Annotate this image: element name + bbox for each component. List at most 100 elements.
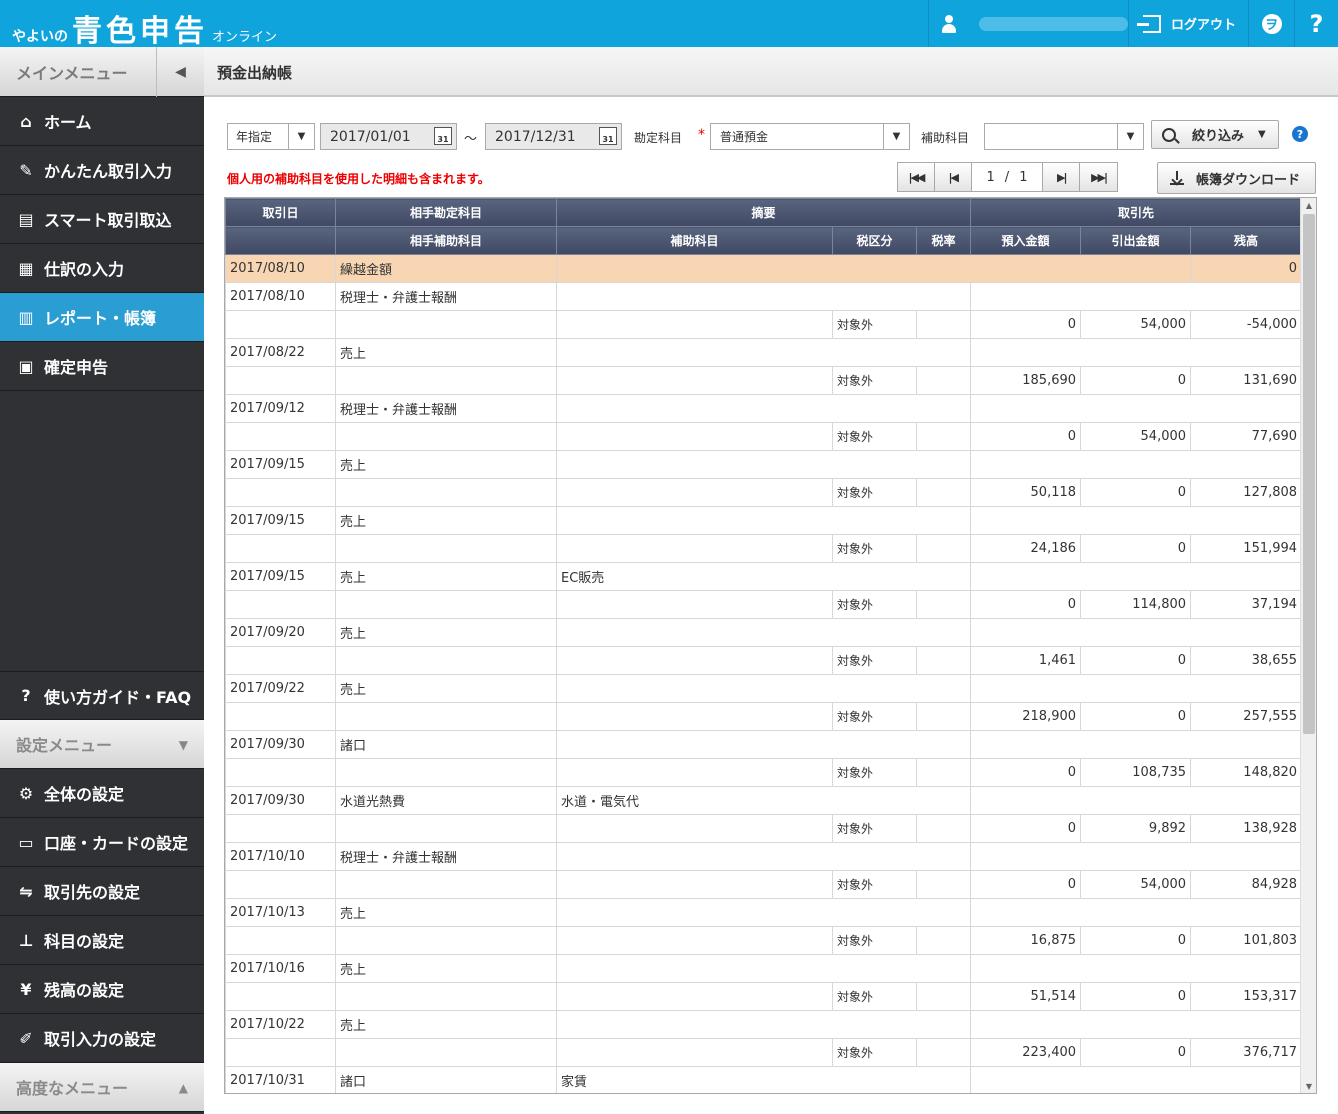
date-from-field[interactable]: 2017/01/01 31 <box>320 123 457 150</box>
sidebar-item-journal[interactable]: ▦ 仕訳の入力 <box>0 244 204 293</box>
header-balance[interactable]: 残高 <box>1190 226 1303 255</box>
sidebar-item-general-settings[interactable]: ⚙ 全体の設定 <box>0 769 204 818</box>
table-scrollbar[interactable]: ▲ ▼ <box>1300 198 1316 1093</box>
transaction-row[interactable]: 2017/08/10 税理士・弁護士報酬 <box>225 282 1303 311</box>
sidebar-item-balance-settings[interactable]: ¥ 残高の設定 <box>0 965 204 1014</box>
header-tax-category[interactable]: 税区分 <box>832 226 917 255</box>
sidebar-item-tax-return[interactable]: ▣ 確定申告 <box>0 342 204 391</box>
txn-tax-category: 対象外 <box>832 758 917 787</box>
sidebar-item-account-card-settings[interactable]: ▭ 口座・カードの設定 <box>0 818 204 867</box>
transaction-row[interactable]: 2017/10/13 売上 <box>225 898 1303 927</box>
txn-withdrawal: 9,892 <box>1080 814 1192 843</box>
transaction-detail-row[interactable]: 対象外 50,118 0 127,808 <box>225 478 1303 507</box>
date-to-field[interactable]: 2017/12/31 31 <box>485 123 622 150</box>
sidebar-item-home[interactable]: ⌂ ホーム <box>0 97 204 146</box>
date-to-value: 2017/12/31 <box>495 128 576 145</box>
filter-button[interactable]: 絞り込み ▼ <box>1151 120 1279 149</box>
header-tax-rate[interactable]: 税率 <box>915 226 972 255</box>
header-counter-account[interactable]: 相手勘定科目 <box>335 198 557 227</box>
scrollbar-thumb[interactable] <box>1303 214 1315 734</box>
transaction-detail-row[interactable]: 対象外 0 9,892 138,928 <box>225 814 1303 843</box>
calendar-icon[interactable]: 31 <box>434 127 452 145</box>
calendar-day: 31 <box>602 135 614 144</box>
sidebar-item-smart-import[interactable]: ▤ スマート取引取込 <box>0 195 204 244</box>
sidebar-item-easy-entry[interactable]: ✎ かんたん取引入力 <box>0 146 204 195</box>
transaction-row[interactable]: 2017/09/30 水道光熱費 水道・電気代 <box>225 786 1303 815</box>
carry-label: 繰越金額 <box>335 254 557 283</box>
first-page-button[interactable]: |◀◀ <box>898 163 935 191</box>
transaction-detail-row[interactable]: 対象外 223,400 0 376,717 <box>225 1038 1303 1067</box>
transaction-detail-row[interactable]: 対象外 0 54,000 77,690 <box>225 422 1303 451</box>
header-memo[interactable]: 摘要 <box>555 198 972 227</box>
settings-menu-header[interactable]: 設定メニュー ▼ <box>0 720 204 769</box>
sidebar-item-reports[interactable]: ▥ レポート・帳簿 <box>0 293 204 342</box>
app-logo[interactable]: やよいの 青色申告 オンライン <box>12 6 277 49</box>
header-sub-account[interactable]: 補助科目 <box>556 226 833 255</box>
prev-page-button[interactable]: |◀ <box>935 163 972 191</box>
txn-memo <box>555 674 972 703</box>
scroll-down-icon[interactable]: ▼ <box>1301 1079 1316 1093</box>
sidebar-item-guide[interactable]: ? 使い方ガイド・FAQ <box>0 671 204 720</box>
transaction-row[interactable]: 2017/09/15 売上 <box>225 506 1303 535</box>
transaction-detail-row[interactable]: 対象外 185,690 0 131,690 <box>225 366 1303 395</box>
sidebar-item-partner-settings[interactable]: ⇋ 取引先の設定 <box>0 867 204 916</box>
txn-deposit: 1,461 <box>970 646 1082 675</box>
header-counter-sub-account[interactable]: 相手補助科目 <box>335 226 557 255</box>
transaction-row[interactable]: 2017/09/22 売上 <box>225 674 1303 703</box>
sub-account-select[interactable]: ▼ <box>984 123 1144 150</box>
transaction-row[interactable]: 2017/09/12 税理士・弁護士報酬 <box>225 394 1303 423</box>
transaction-row[interactable]: 2017/10/16 売上 <box>225 954 1303 983</box>
pen-gear-icon: ✐ <box>19 1028 33 1048</box>
sidebar-item-subject-settings[interactable]: ⊥ 科目の設定 <box>0 916 204 965</box>
txn-memo <box>555 954 972 983</box>
transaction-row[interactable]: 2017/10/31 諸口 家賃 <box>225 1066 1303 1093</box>
last-page-button[interactable]: ▶▶| <box>1080 163 1117 191</box>
txn-partner <box>970 842 1303 871</box>
user-menu[interactable] <box>928 0 1128 47</box>
txn-counter-sub-account <box>335 758 557 787</box>
transaction-detail-row[interactable]: 対象外 24,186 0 151,994 <box>225 534 1303 563</box>
tree-icon: ⊥ <box>18 930 34 950</box>
transaction-row[interactable]: 2017/09/15 売上 EC販売 <box>225 562 1303 591</box>
transaction-row[interactable]: 2017/09/20 売上 <box>225 618 1303 647</box>
transaction-detail-row[interactable]: 対象外 51,514 0 153,317 <box>225 982 1303 1011</box>
chat-button[interactable]: ヲ <box>1248 0 1294 47</box>
txn-sub-account <box>556 982 833 1011</box>
transaction-row[interactable]: 2017/10/22 売上 <box>225 1010 1303 1039</box>
help-icon[interactable]: ? <box>1292 126 1308 142</box>
advanced-menu-header[interactable]: 高度なメニュー ▲ <box>0 1063 204 1112</box>
header-deposit[interactable]: 預入金額 <box>970 226 1082 255</box>
transaction-detail-row[interactable]: 対象外 1,461 0 38,655 <box>225 646 1303 675</box>
header-partner[interactable]: 取引先 <box>970 198 1303 227</box>
period-select[interactable]: 年指定 ▼ <box>227 123 315 150</box>
transaction-detail-row[interactable]: 対象外 0 108,735 148,820 <box>225 758 1303 787</box>
txn-deposit: 185,690 <box>970 366 1082 395</box>
transaction-row[interactable]: 2017/10/10 税理士・弁護士報酬 <box>225 842 1303 871</box>
transaction-detail-row[interactable]: 対象外 0 114,800 37,194 <box>225 590 1303 619</box>
txn-counter-sub-account <box>335 534 557 563</box>
sidebar-item-entry-settings[interactable]: ✐ 取引入力の設定 <box>0 1014 204 1063</box>
collapse-sidebar-button[interactable]: ◀ <box>156 47 204 97</box>
transaction-detail-row[interactable]: 対象外 0 54,000 84,928 <box>225 870 1303 899</box>
transaction-row[interactable]: 2017/09/30 諸口 <box>225 730 1303 759</box>
carry-forward-row[interactable]: 2017/08/10 繰越金額 0 <box>225 254 1303 283</box>
scroll-up-icon[interactable]: ▲ <box>1301 198 1316 212</box>
header-date[interactable]: 取引日 <box>225 198 336 227</box>
help-button[interactable]: ? <box>1294 0 1338 47</box>
page-separator: / <box>1004 169 1010 185</box>
logout-button[interactable]: ログアウト <box>1128 0 1248 47</box>
transaction-row[interactable]: 2017/09/15 売上 <box>225 450 1303 479</box>
transaction-row[interactable]: 2017/08/22 売上 <box>225 338 1303 367</box>
txn-sub-account <box>556 366 833 395</box>
page-title: 預金出納帳 <box>217 64 293 82</box>
transaction-detail-row[interactable]: 対象外 16,875 0 101,803 <box>225 926 1303 955</box>
account-select-value: 普通預金 <box>720 130 769 144</box>
calendar-icon[interactable]: 31 <box>599 127 617 145</box>
header-withdrawal[interactable]: 引出金額 <box>1080 226 1192 255</box>
txn-partner <box>970 506 1303 535</box>
account-select[interactable]: 普通預金 ▼ <box>710 123 910 150</box>
transaction-detail-row[interactable]: 対象外 218,900 0 257,555 <box>225 702 1303 731</box>
transaction-detail-row[interactable]: 対象外 0 54,000 -54,000 <box>225 310 1303 339</box>
next-page-button[interactable]: ▶| <box>1043 163 1081 191</box>
download-ledger-button[interactable]: 帳簿ダウンロード <box>1157 162 1316 194</box>
